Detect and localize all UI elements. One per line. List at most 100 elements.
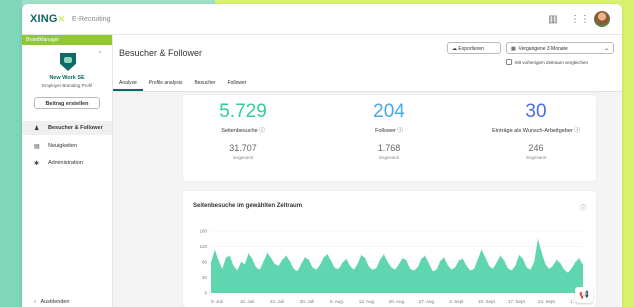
grid-icon[interactable]: ⋮⋮ bbox=[570, 14, 590, 25]
data-point[interactable] bbox=[451, 269, 452, 271]
data-point[interactable] bbox=[345, 258, 347, 260]
tab-profile-analysis[interactable]: Profile analysis bbox=[143, 77, 189, 91]
data-point[interactable] bbox=[545, 263, 546, 265]
collapse-sidebar-button[interactable]: ‹ Ausblenden bbox=[34, 299, 70, 305]
data-point[interactable] bbox=[541, 252, 543, 254]
data-point[interactable] bbox=[469, 270, 471, 271]
create-post-button[interactable]: Beitrag erstellen bbox=[34, 97, 100, 109]
data-point[interactable] bbox=[421, 258, 422, 260]
data-point[interactable] bbox=[263, 260, 265, 262]
data-point[interactable] bbox=[233, 265, 234, 267]
data-point[interactable] bbox=[270, 257, 272, 259]
data-point[interactable] bbox=[439, 260, 441, 262]
megaphone-icon[interactable]: 📢 bbox=[575, 287, 593, 303]
data-point[interactable] bbox=[319, 264, 321, 266]
data-point[interactable] bbox=[499, 255, 501, 257]
sidebar-item-news[interactable]: ▤ Neuigkeiten bbox=[22, 139, 112, 153]
data-point[interactable] bbox=[481, 249, 482, 250]
brand-manager-tab[interactable]: BrandManager bbox=[22, 35, 112, 45]
data-point[interactable] bbox=[281, 259, 283, 261]
avatar[interactable] bbox=[594, 11, 610, 27]
data-point[interactable] bbox=[492, 268, 494, 270]
data-point[interactable] bbox=[567, 272, 569, 274]
data-point[interactable] bbox=[357, 263, 358, 265]
data-point[interactable] bbox=[236, 270, 238, 271]
data-point[interactable] bbox=[582, 264, 584, 266]
data-point[interactable] bbox=[255, 267, 257, 268]
chevron-down-icon[interactable]: ⌄ bbox=[97, 47, 103, 55]
data-point[interactable] bbox=[274, 263, 276, 265]
data-point[interactable] bbox=[484, 256, 486, 258]
data-point[interactable] bbox=[432, 270, 434, 272]
data-point[interactable] bbox=[575, 261, 576, 263]
data-point[interactable] bbox=[424, 255, 426, 257]
tab-followers[interactable]: Follower bbox=[222, 77, 253, 91]
data-point[interactable] bbox=[458, 260, 460, 261]
data-point[interactable] bbox=[327, 253, 328, 255]
data-point[interactable] bbox=[375, 267, 377, 269]
sidebar-item-visitors[interactable]: ♟ Besucher & Follower bbox=[22, 121, 112, 135]
data-point[interactable] bbox=[496, 262, 497, 264]
data-point[interactable] bbox=[266, 252, 268, 254]
data-point[interactable] bbox=[443, 256, 445, 258]
data-point[interactable] bbox=[436, 269, 437, 271]
data-point[interactable] bbox=[240, 261, 242, 263]
data-point[interactable] bbox=[334, 267, 336, 269]
data-point[interactable] bbox=[417, 267, 419, 268]
info-icon[interactable]: ⓘ bbox=[580, 203, 586, 212]
checkbox[interactable] bbox=[506, 59, 512, 65]
data-point[interactable] bbox=[248, 253, 249, 254]
compare-checkbox[interactable]: Mit vorherigem Zeitraum vergleichen bbox=[506, 59, 588, 65]
data-point[interactable] bbox=[477, 259, 479, 261]
data-point[interactable] bbox=[360, 254, 362, 256]
data-point[interactable] bbox=[503, 260, 505, 261]
period-select[interactable]: ▦ Vergangene 3 Monate ⌄ bbox=[506, 42, 614, 54]
data-point[interactable] bbox=[518, 254, 520, 256]
tab-analyse[interactable]: Analyse bbox=[113, 77, 143, 91]
data-point[interactable] bbox=[454, 267, 456, 268]
data-point[interactable] bbox=[560, 263, 561, 264]
data-point[interactable] bbox=[548, 268, 550, 270]
data-point[interactable] bbox=[304, 256, 306, 258]
data-point[interactable] bbox=[533, 261, 535, 263]
data-point[interactable] bbox=[402, 257, 404, 259]
data-point[interactable] bbox=[462, 258, 464, 260]
data-point[interactable] bbox=[537, 238, 539, 240]
data-point[interactable] bbox=[447, 264, 449, 266]
data-point[interactable] bbox=[409, 268, 411, 270]
tab-visitors[interactable]: Besucher bbox=[188, 77, 221, 91]
export-button[interactable]: ☁ Exportieren bbox=[447, 42, 501, 54]
data-point[interactable] bbox=[364, 257, 366, 259]
data-point[interactable] bbox=[342, 262, 343, 264]
data-point[interactable] bbox=[221, 268, 223, 270]
data-point[interactable] bbox=[529, 269, 531, 271]
data-point[interactable] bbox=[379, 259, 381, 261]
data-point[interactable] bbox=[413, 270, 415, 271]
data-point[interactable] bbox=[394, 269, 396, 271]
data-point[interactable] bbox=[278, 265, 280, 267]
data-point[interactable] bbox=[323, 256, 325, 258]
data-point[interactable] bbox=[315, 269, 317, 271]
data-point[interactable] bbox=[330, 260, 332, 262]
data-point[interactable] bbox=[300, 263, 302, 265]
data-point[interactable] bbox=[511, 270, 513, 271]
data-point[interactable] bbox=[244, 263, 246, 265]
data-point[interactable] bbox=[466, 265, 467, 267]
chart-icon[interactable]: ▥ bbox=[546, 14, 560, 25]
data-point[interactable] bbox=[251, 258, 253, 260]
data-point[interactable] bbox=[563, 269, 565, 271]
data-point[interactable] bbox=[293, 268, 295, 270]
xing-logo[interactable]: XING✕ bbox=[30, 13, 65, 25]
data-point[interactable] bbox=[338, 268, 340, 270]
data-point[interactable] bbox=[473, 268, 475, 270]
data-point[interactable] bbox=[225, 256, 227, 258]
data-point[interactable] bbox=[214, 249, 216, 250]
data-point[interactable] bbox=[514, 265, 516, 267]
data-point[interactable] bbox=[353, 269, 355, 271]
sidebar-item-administration[interactable]: ✱ Administration bbox=[22, 156, 112, 170]
data-point[interactable] bbox=[571, 267, 573, 269]
data-point[interactable] bbox=[312, 267, 313, 268]
data-point[interactable] bbox=[229, 255, 231, 257]
data-point[interactable] bbox=[522, 258, 524, 260]
data-point[interactable] bbox=[526, 267, 528, 268]
